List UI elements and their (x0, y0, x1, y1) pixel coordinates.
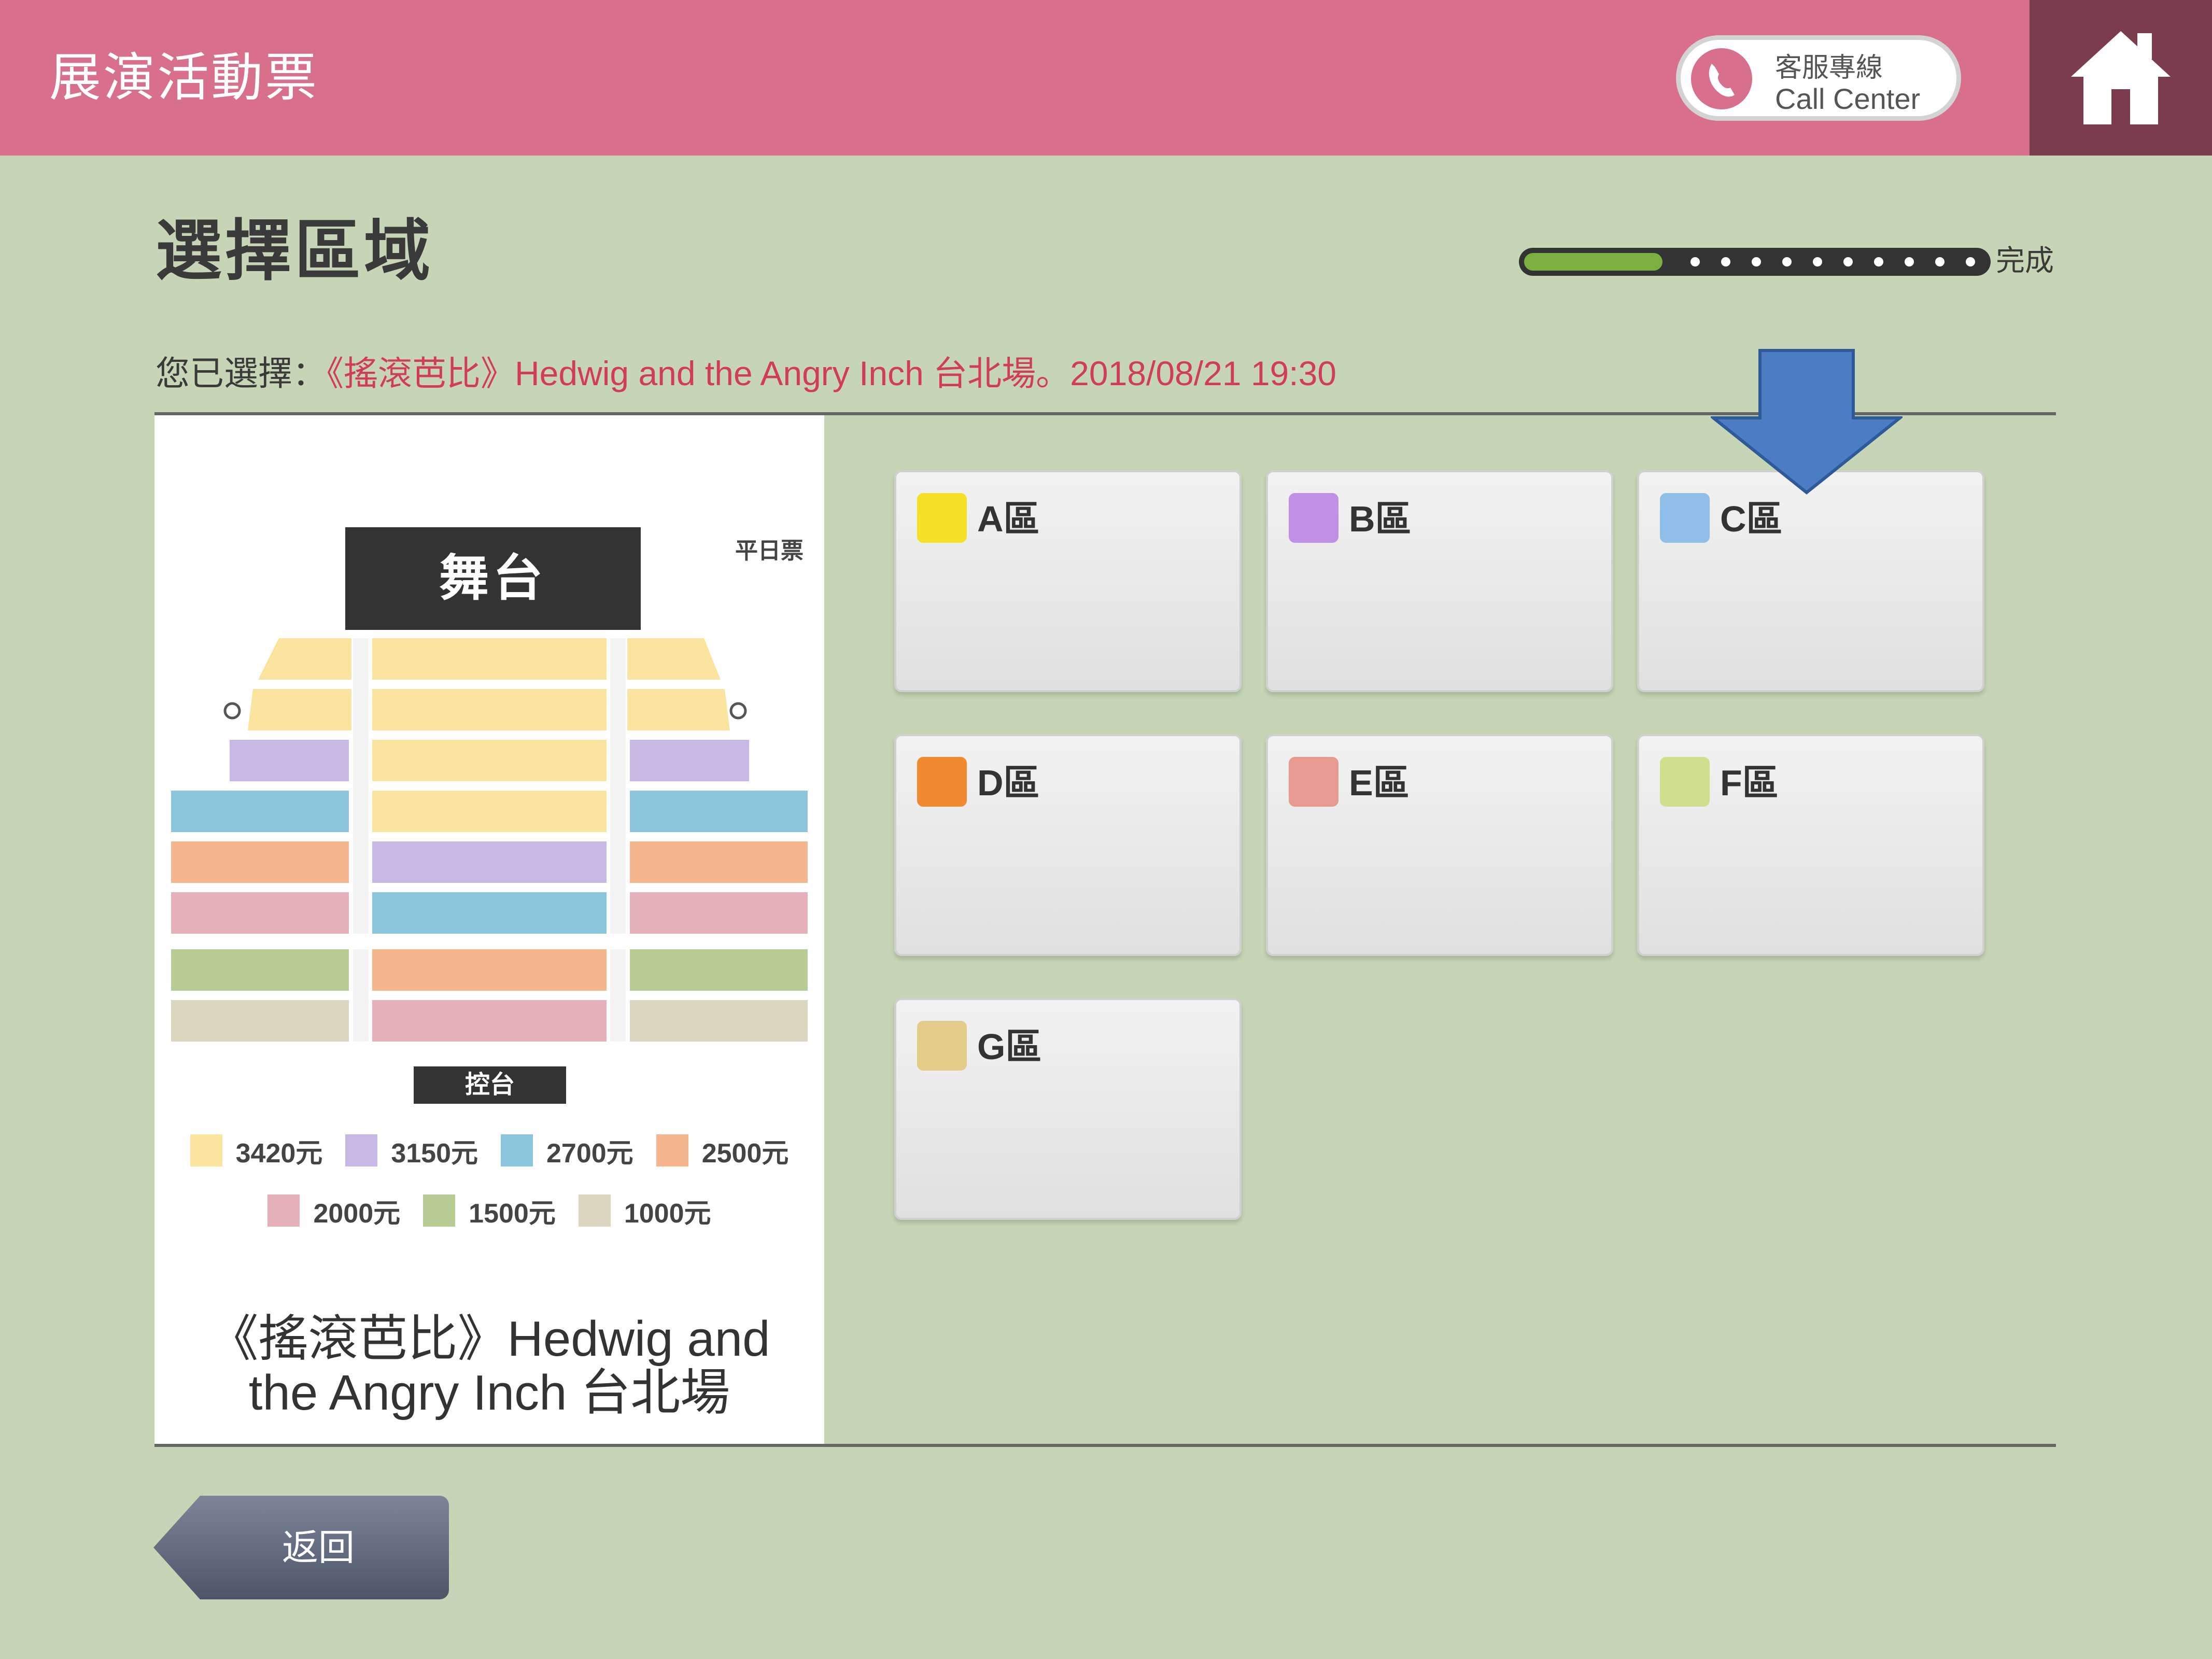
legend-item: 3150元 (345, 1131, 478, 1170)
divider-bottom (154, 1444, 2056, 1447)
weekday-ticket-label: 平日票 (735, 538, 804, 564)
zone-label: F區 (1720, 763, 1779, 803)
zone-color-swatch (1289, 493, 1339, 543)
control-booth: 控台 (414, 1066, 566, 1104)
legend-item: 2500元 (656, 1131, 789, 1170)
call-center-button[interactable]: 客服專線 Call Center (1676, 35, 1961, 121)
legend-price: 1000元 (624, 1198, 711, 1229)
legend-swatch (501, 1134, 533, 1166)
progress-fill (1524, 253, 1662, 271)
legend-price: 2500元 (701, 1138, 789, 1169)
zone-d-button[interactable]: D區 (894, 734, 1242, 956)
legend-price: 3150元 (391, 1138, 478, 1169)
seat-map-rear (171, 949, 808, 1042)
zone-g-button[interactable]: G區 (894, 998, 1242, 1220)
zone-color-swatch (917, 493, 967, 543)
legend-item: 1000元 (578, 1191, 711, 1230)
zone-label: G區 (977, 1027, 1042, 1067)
guide-arrow-down-icon (1711, 349, 1903, 495)
zone-color-swatch (1660, 757, 1710, 807)
legend-item: 2000元 (267, 1191, 400, 1230)
zone-color-swatch (917, 757, 967, 807)
legend-price: 2000元 (313, 1198, 401, 1229)
back-button[interactable]: 返回 (153, 1496, 449, 1599)
zone-c-button[interactable]: C區 (1637, 470, 1984, 692)
legend-item: 3420元 (190, 1131, 323, 1170)
stage-block: 舞台 (345, 527, 641, 630)
event-name-line-2: the Angry Inch 台北場 (248, 1365, 730, 1421)
event-name: 《搖滾芭比》Hedwig and the Angry Inch 台北場 (175, 1312, 804, 1420)
event-name-line-1: 《搖滾芭比》Hedwig and (208, 1311, 770, 1367)
zone-color-swatch (1660, 493, 1710, 543)
legend-price: 1500元 (469, 1198, 556, 1229)
call-center-label-en: Call Center (1775, 82, 1921, 115)
zone-label: C區 (1720, 499, 1783, 539)
zone-e-button[interactable]: E區 (1266, 734, 1613, 956)
zone-label: E區 (1349, 763, 1410, 803)
phone-icon (1691, 48, 1752, 109)
app-title: 展演活動票 (49, 49, 319, 107)
zone-label: D區 (977, 763, 1040, 803)
progress-end-label: 完成 (1996, 244, 2054, 277)
home-button[interactable] (2030, 0, 2212, 156)
progress-bar (1519, 248, 1991, 276)
legend-item: 1500元 (423, 1191, 556, 1230)
price-legend: 3420元 3150元 2700元 2500元 2000元 1500元 1000元 (154, 1131, 824, 1251)
zone-label: A區 (977, 499, 1040, 539)
zone-label: B區 (1349, 499, 1412, 539)
legend-swatch (267, 1194, 300, 1227)
selection-prefix: 您已選擇： (156, 354, 327, 392)
selection-summary: 您已選擇：《搖滾芭比》Hedwig and the Angry Inch 台北場… (156, 350, 1336, 397)
legend-swatch (656, 1134, 688, 1166)
call-center-label-zh: 客服專線 (1775, 53, 1883, 83)
home-icon (2071, 31, 2171, 124)
legend-swatch (423, 1194, 456, 1227)
zone-f-button[interactable]: F區 (1637, 734, 1984, 956)
seat-map-panel: 舞台 平日票 控台 3420元 3150元 2700元 2500元 2000元 … (154, 415, 824, 1444)
zone-b-button[interactable]: B區 (1266, 470, 1613, 692)
legend-price: 3420元 (235, 1138, 323, 1169)
progress-steps (1680, 248, 1985, 276)
legend-item: 2700元 (501, 1131, 633, 1170)
legend-price: 2700元 (546, 1138, 633, 1169)
legend-swatch (190, 1134, 222, 1166)
zone-color-swatch (1289, 757, 1339, 807)
selection-value: 《搖滾芭比》Hedwig and the Angry Inch 台北場。2018… (327, 354, 1336, 392)
zone-color-swatch (917, 1021, 967, 1071)
zone-a-button[interactable]: A區 (894, 470, 1242, 692)
legend-swatch (578, 1194, 611, 1227)
page-title: 選擇區域 (156, 214, 434, 288)
seat-map (171, 638, 808, 934)
legend-swatch (345, 1134, 378, 1166)
back-button-label: 返回 (282, 1527, 355, 1568)
